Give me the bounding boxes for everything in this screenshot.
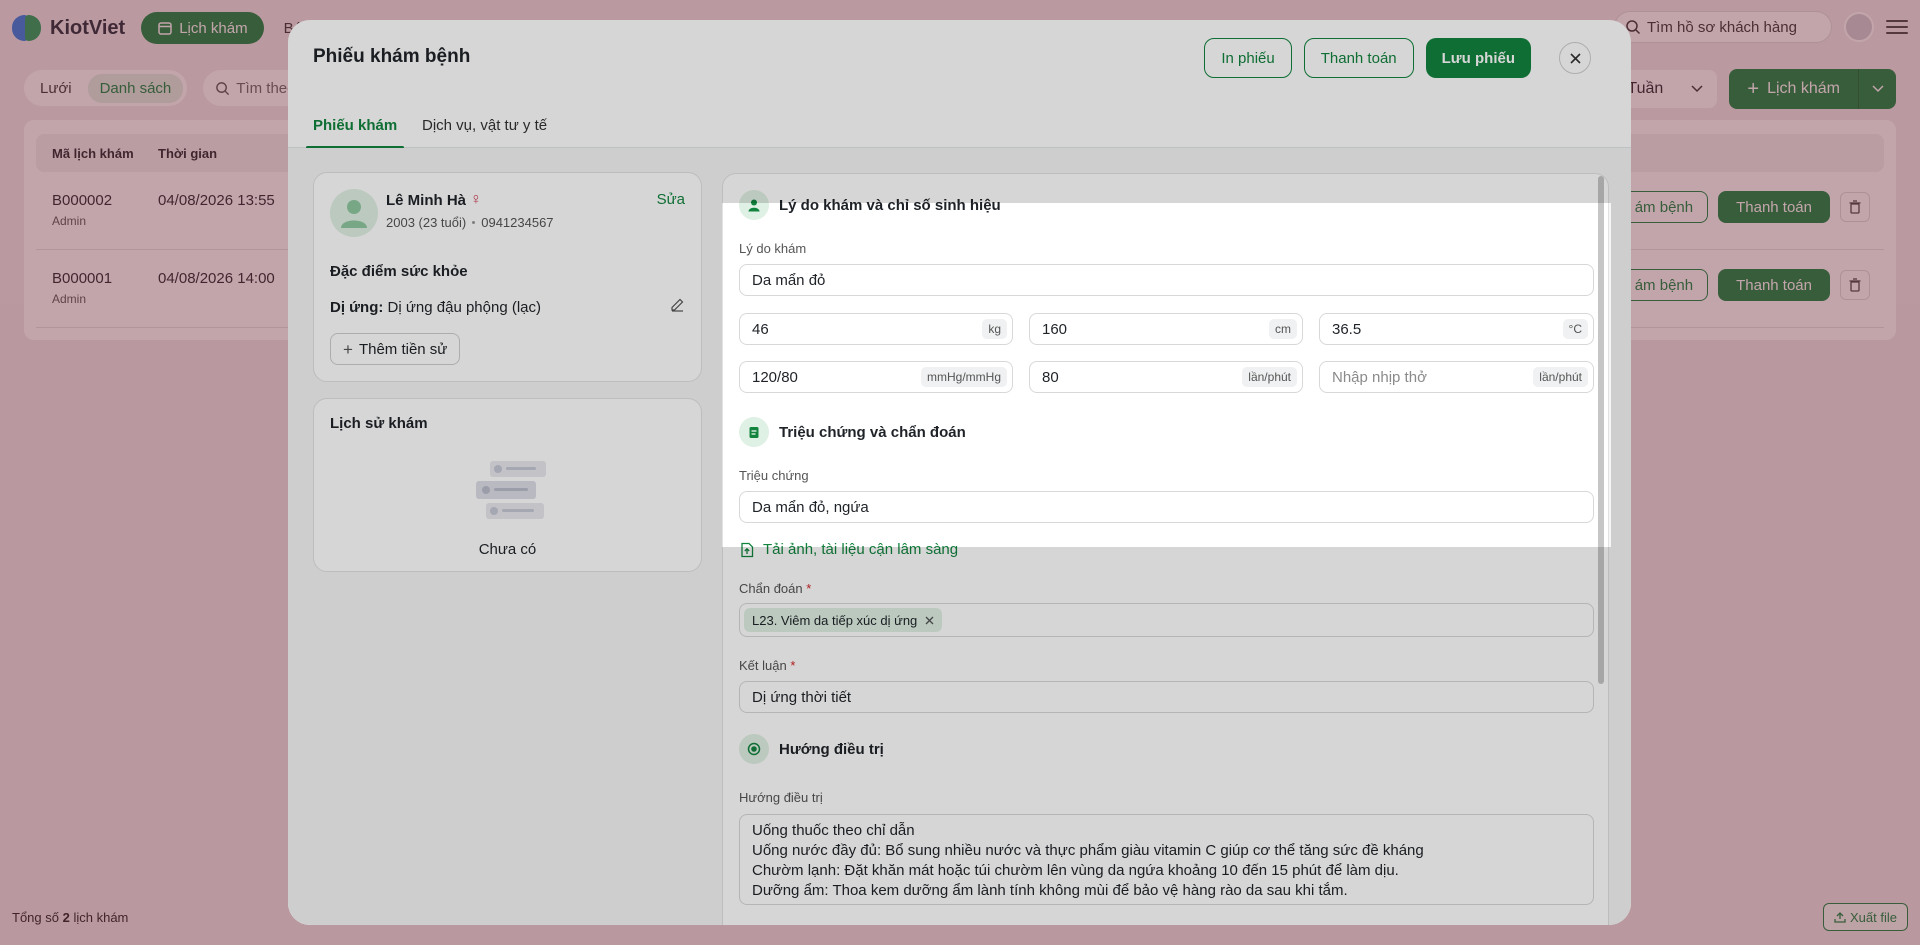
height-value: 160 <box>1042 320 1068 338</box>
spotlight-dim <box>288 20 1631 203</box>
respiration-unit: lần/phút <box>1533 367 1588 387</box>
pulse-input[interactable]: 80 lần/phút <box>1029 361 1303 393</box>
spotlight-dim <box>288 547 1631 925</box>
pulse-unit: lần/phút <box>1242 367 1297 387</box>
symptom-section-title: Triệu chứng và chẩn đoán <box>779 423 966 441</box>
respiration-placeholder: Nhập nhịp thở <box>1332 368 1427 386</box>
symptom-input[interactable]: Da mẩn đỏ, ngứa <box>739 491 1594 523</box>
blood-pressure-unit: mmHg/mmHg <box>921 367 1007 387</box>
pulse-value: 80 <box>1042 368 1059 386</box>
height-input[interactable]: 160 cm <box>1029 313 1303 345</box>
height-unit: cm <box>1269 319 1297 339</box>
temperature-value: 36.5 <box>1332 320 1362 338</box>
clipboard-icon <box>739 417 769 447</box>
weight-value: 46 <box>752 320 769 338</box>
reason-input[interactable]: Da mẩn đỏ <box>739 264 1594 296</box>
temperature-unit: °C <box>1562 319 1588 339</box>
weight-unit: kg <box>982 319 1007 339</box>
spotlight-dim <box>1611 203 1631 547</box>
respiration-input[interactable]: Nhập nhịp thở lần/phút <box>1319 361 1594 393</box>
temperature-input[interactable]: 36.5 °C <box>1319 313 1594 345</box>
reason-value: Da mẩn đỏ <box>752 271 826 289</box>
symptom-label: Triệu chứng <box>739 468 809 483</box>
symptom-section-header: Triệu chứng và chẩn đoán <box>739 417 966 447</box>
symptom-value: Da mẩn đỏ, ngứa <box>752 498 869 516</box>
spotlight-dim <box>288 203 722 547</box>
reason-label: Lý do khám <box>739 241 807 256</box>
blood-pressure-value: 120/80 <box>752 368 798 386</box>
blood-pressure-input[interactable]: 120/80 mmHg/mmHg <box>739 361 1013 393</box>
weight-input[interactable]: 46 kg <box>739 313 1013 345</box>
